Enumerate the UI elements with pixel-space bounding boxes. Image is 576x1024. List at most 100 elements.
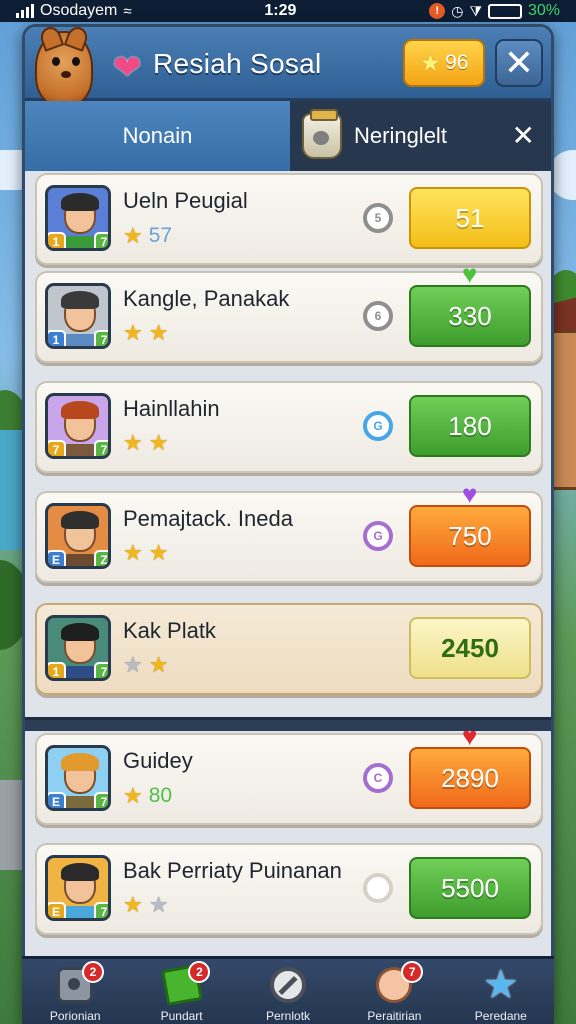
tab-neringlelt[interactable]: Neringlelt ✕ — [290, 101, 551, 171]
clock: 1:29 — [264, 2, 297, 19]
tab-label: Neringlelt — [354, 123, 447, 148]
list-item[interactable]: E7 Guidey ★ 80 C ♥ 2890 — [35, 723, 543, 825]
modal-header: ❤ Resiah Sosal ★ 96 ✕ — [25, 27, 551, 107]
star-note: 80 — [148, 784, 173, 807]
list-item[interactable]: 17 Kangle, Panakak ★ ★ 6 ♥ 330 — [35, 261, 543, 363]
star-count-badge[interactable]: ★ 96 — [403, 39, 485, 87]
magnifier-icon[interactable]: 5 — [363, 203, 393, 233]
star-rating: ★ ★ — [123, 432, 168, 454]
player-name: Bak Perriaty Puinanan — [123, 858, 342, 883]
player-name: Ueln Peugial — [123, 188, 248, 213]
tab-close-icon[interactable]: ✕ — [512, 119, 535, 152]
value-button[interactable]: 5500 — [409, 857, 531, 919]
level-chip: 7 — [94, 440, 108, 456]
value-label: 2890 — [441, 762, 499, 793]
magnifier-icon[interactable]: G — [363, 521, 393, 551]
avatar[interactable]: 17 — [45, 283, 111, 349]
value-label: 2450 — [441, 632, 499, 663]
gold-star-icon: ★ — [148, 320, 169, 345]
nav-label: Pundart — [160, 1009, 203, 1023]
magnifier-icon[interactable]: 6 — [363, 301, 393, 331]
blocked-icon — [270, 967, 307, 1003]
player-name: Kangle, Panakak — [123, 286, 290, 311]
list-item[interactable]: E7 Bak Perriaty Puinanan ★ ★ 5500 — [35, 843, 543, 935]
jar-icon — [302, 109, 342, 159]
level-chip: 1 — [48, 232, 66, 248]
nav-item[interactable]: 2 Porionian — [22, 959, 128, 1024]
value-label: 180 — [448, 410, 492, 441]
signal-icon — [16, 4, 34, 18]
level-chip: 7 — [94, 330, 108, 346]
heart-icon: ♥ — [462, 259, 478, 289]
list-item[interactable]: 17 Ueln Peugial ★ 57 5 51 — [35, 173, 543, 265]
value-button[interactable]: 180 — [409, 395, 531, 457]
battery-percent: 30% — [527, 2, 560, 19]
player-name: Kak Platk — [123, 618, 216, 643]
avatar[interactable]: 77 — [45, 393, 111, 459]
star-icon: ★ — [419, 49, 442, 77]
wifi-icon: ≈ — [123, 2, 132, 20]
magnifier-icon[interactable]: G — [363, 411, 393, 441]
star-rating: ★ ★ — [123, 322, 168, 344]
notification-badge: 7 — [401, 961, 424, 983]
value-button[interactable]: 750 — [409, 505, 531, 567]
nav-label: Pernlotk — [266, 1009, 311, 1023]
avatar[interactable]: 17 — [45, 185, 111, 251]
level-chip: E — [48, 792, 66, 808]
avatar[interactable]: E7 — [45, 745, 111, 811]
value-button[interactable]: 2890 — [409, 747, 531, 809]
level-chip: 1 — [48, 662, 66, 678]
tab-bar: Nonain Neringlelt ✕ — [25, 101, 551, 171]
gold-star-icon: ★ — [123, 430, 143, 455]
nav-item[interactable]: 7 Peraitirian — [341, 959, 447, 1024]
list-item[interactable]: 77 Hainllahin ★ ★ G 180 — [35, 381, 543, 473]
tab-nonain[interactable]: Nonain — [25, 101, 290, 171]
level-chip: 7 — [94, 662, 108, 678]
level-chip: 7 — [94, 792, 108, 808]
level-chip: 1 — [48, 330, 66, 346]
silent-icon: ⧩ — [469, 2, 482, 19]
close-button[interactable]: ✕ — [495, 39, 543, 87]
magnifier-icon[interactable] — [363, 873, 393, 903]
carrier-name: Osodayem — [40, 2, 118, 19]
battery-icon — [487, 3, 522, 19]
level-chip: 7 — [48, 440, 66, 456]
list-item[interactable]: EZ Pemajtack. Ineda ★ ★ G ♥ 750 — [35, 481, 543, 583]
value-button[interactable]: 330 — [409, 285, 531, 347]
fox-mascot-icon — [35, 31, 93, 107]
nav-label: Peredane — [474, 1009, 527, 1023]
nav-item[interactable]: Pernlotk — [235, 959, 341, 1024]
list-item[interactable]: 17 Kak Platk ★ ★ 2450 — [35, 603, 543, 695]
alarm-icon: ◷ — [451, 2, 464, 19]
grey-star-icon: ★ — [123, 652, 143, 677]
gold-star-icon: ★ — [123, 223, 143, 248]
gold-star-icon: ★ — [148, 540, 169, 565]
level-chip: E — [48, 550, 66, 566]
magnifier-icon[interactable]: C — [363, 763, 393, 793]
avatar[interactable]: EZ — [45, 503, 111, 569]
nav-label: Peraitirian — [367, 1009, 422, 1023]
star-rating: ★ ★ — [123, 894, 168, 916]
value-label: 5500 — [441, 872, 499, 903]
value-label: 51 — [455, 202, 485, 233]
status-bar: Osodayem ≈ 1:29 ! ◷ ⧩ 30% — [0, 0, 576, 22]
nav-item[interactable]: 2 Pundart — [128, 959, 234, 1024]
notification-badge: 2 — [188, 961, 211, 983]
avatar[interactable]: 17 — [45, 615, 111, 681]
avatar[interactable]: E7 — [45, 855, 111, 921]
heart-icon: ♥ — [462, 479, 478, 509]
level-chip: Z — [94, 550, 108, 566]
alert-icon: ! — [429, 3, 446, 19]
nav-item[interactable]: ★ Peredane — [448, 959, 554, 1024]
star-rating: ★ ★ — [123, 542, 168, 564]
star-rating: ★ 57 — [123, 224, 172, 248]
social-modal: ❤ Resiah Sosal ★ 96 ✕ Nonain Neringlelt … — [22, 24, 554, 1024]
grey-star-icon: ★ — [148, 892, 169, 917]
gold-star-icon: ★ — [123, 320, 143, 345]
list-divider — [25, 717, 551, 731]
player-name: Hainllahin — [123, 396, 220, 421]
level-chip: 7 — [94, 902, 108, 918]
value-button[interactable]: 2450 — [409, 617, 531, 679]
value-button[interactable]: 51 — [409, 187, 531, 249]
level-chip: 7 — [94, 232, 108, 248]
